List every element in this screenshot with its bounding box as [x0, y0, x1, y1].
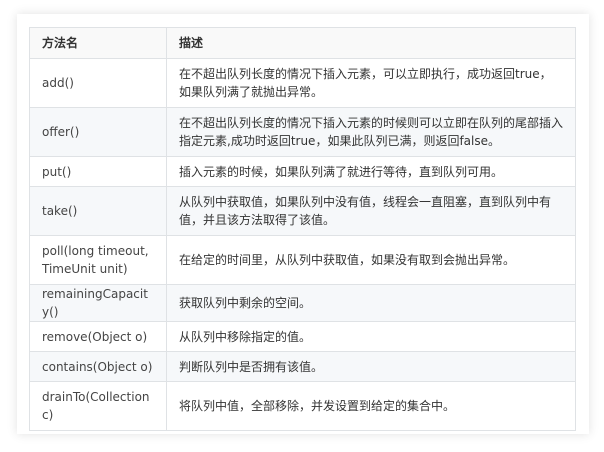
table-row: put() 插入元素的时候，如果队列满了就进行等待，直到队列可用。	[29, 156, 576, 187]
table-header-row: 方法名 描述	[29, 27, 576, 59]
method-cell: add()	[29, 58, 167, 108]
header-method-name: 方法名	[29, 27, 167, 59]
api-method-table: 方法名 描述 add() 在不超出队列长度的情况下插入元素，可以立即执行，成功返…	[29, 27, 576, 431]
method-cell: drainTo(Collection c)	[29, 381, 167, 431]
method-cell: poll(long timeout, TimeUnit unit)	[29, 235, 167, 285]
header-description: 描述	[166, 27, 576, 59]
description-cell: 获取队列中剩余的空间。	[166, 284, 576, 322]
method-cell: remove(Object o)	[29, 321, 167, 352]
description-cell: 将队列中值，全部移除，并发设置到给定的集合中。	[166, 381, 576, 431]
method-cell: offer()	[29, 107, 167, 157]
description-cell: 判断队列中是否拥有该值。	[166, 351, 576, 382]
table-row: add() 在不超出队列长度的情况下插入元素，可以立即执行，成功返回true，如…	[29, 58, 576, 108]
description-cell: 从队列中移除指定的值。	[166, 321, 576, 352]
description-cell: 在不超出队列长度的情况下插入元素的时候则可以立即在队列的尾部插入指定元素,成功时…	[166, 107, 576, 157]
method-cell: take()	[29, 186, 167, 236]
method-cell: remainingCapacity()	[29, 284, 167, 322]
table-row: poll(long timeout, TimeUnit unit) 在给定的时间…	[29, 235, 576, 285]
description-cell: 从队列中获取值，如果队列中没有值，线程会一直阻塞，直到队列中有值，并且该方法取得…	[166, 186, 576, 236]
method-cell: put()	[29, 156, 167, 187]
table-row: drainTo(Collection c) 将队列中值，全部移除，并发设置到给定…	[29, 381, 576, 431]
description-cell: 在给定的时间里，从队列中获取值，如果没有取到会抛出异常。	[166, 235, 576, 285]
table-row: take() 从队列中获取值，如果队列中没有值，线程会一直阻塞，直到队列中有值，…	[29, 186, 576, 236]
table-row: contains(Object o) 判断队列中是否拥有该值。	[29, 351, 576, 382]
description-cell: 在不超出队列长度的情况下插入元素，可以立即执行，成功返回true，如果队列满了就…	[166, 58, 576, 108]
table-row: offer() 在不超出队列长度的情况下插入元素的时候则可以立即在队列的尾部插入…	[29, 107, 576, 157]
table-row: remove(Object o) 从队列中移除指定的值。	[29, 321, 576, 352]
method-cell: contains(Object o)	[29, 351, 167, 382]
description-cell: 插入元素的时候，如果队列满了就进行等待，直到队列可用。	[166, 156, 576, 187]
table-row: remainingCapacity() 获取队列中剩余的空间。	[29, 284, 576, 322]
